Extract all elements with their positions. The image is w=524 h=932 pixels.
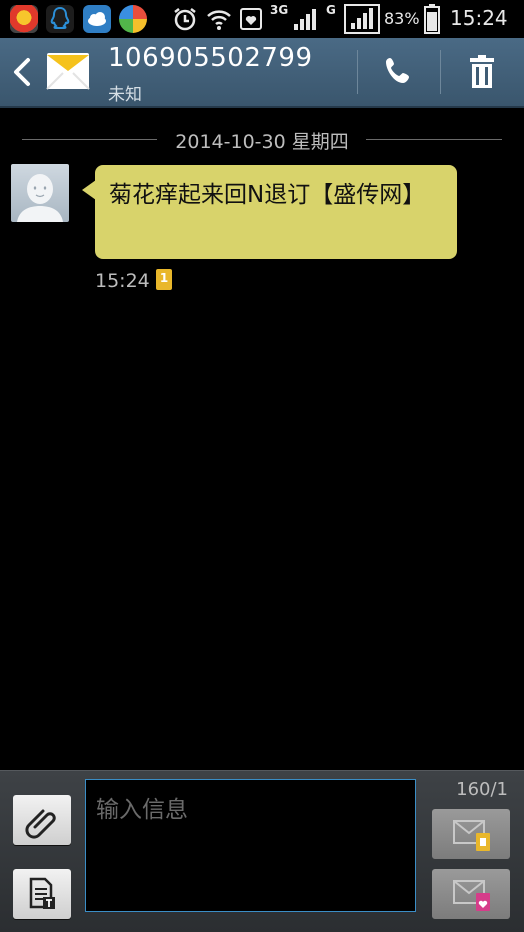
status-bar: 3G G 83% 15:24 [0,0,524,38]
send-sim2-button[interactable] [432,869,510,919]
paperclip-icon [25,809,56,839]
weather-icon [83,5,111,33]
date-line-right [366,139,502,140]
attach-button[interactable] [13,795,71,845]
message-input[interactable] [85,779,416,912]
contact-name: 未知 [108,85,142,105]
sim-card-icon: 1 [156,269,172,290]
divider [357,50,358,94]
network-3g-label: 3G [270,3,289,17]
signal2-icon [344,4,380,34]
bubble-tail [82,180,96,200]
signal-icon [294,9,316,30]
char-counter: 160/1 [456,779,508,800]
alarm-icon [174,8,196,31]
back-arrow-icon[interactable] [8,52,36,92]
app-notification-icon [10,5,38,33]
send-sim1-icon [453,820,490,851]
divider [440,50,441,94]
message-bubble[interactable]: 菊花痒起来回N退订【盛传网】 [95,165,457,259]
trash-icon[interactable] [460,52,504,92]
envelope-icon [46,53,90,90]
default-avatar-icon [17,174,63,222]
conversation-date: 2014-10-30 星期四 [175,131,349,153]
battery-percent: 83% [384,9,420,28]
message-time: 15:24 [95,270,150,292]
phone-icon[interactable] [378,52,422,92]
qq-icon [46,5,74,33]
template-icon [29,877,55,909]
compose-bar: 160/1 [0,770,524,932]
browser-icon [119,5,147,33]
send-sim2-icon [453,880,490,911]
send-sim1-button[interactable] [432,809,510,859]
favorite-notification-icon [240,8,262,30]
battery-icon [424,4,440,34]
contact-avatar[interactable] [11,164,69,222]
conversation-header: 106905502799 未知 [0,38,524,108]
wifi-icon [207,10,231,30]
sim-label: 1 [159,271,169,285]
contact-number: 106905502799 [108,43,313,73]
network-g-label: G [326,3,336,17]
template-button[interactable] [13,869,71,919]
clock: 15:24 [450,6,508,30]
date-divider: 2014-10-30 星期四 [0,125,524,155]
